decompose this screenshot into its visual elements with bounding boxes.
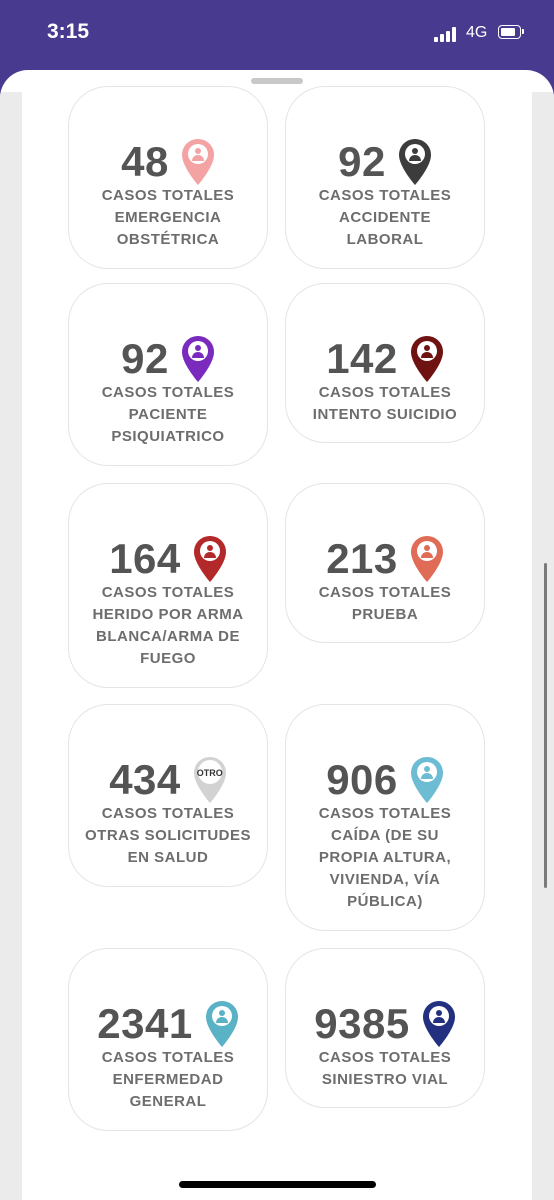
stat-title-line: FUEGO bbox=[140, 650, 196, 667]
stat-card[interactable]: 213 CASOS TOTALES PRUEBA bbox=[285, 483, 485, 643]
cards-panel: 48 CASOS TOTALES EMERGENCIA OBSTÉTRICA 92 CAS… bbox=[22, 86, 532, 1200]
stat-title: CASOS TOTALES HERIDO POR ARMA BLANCA/ARMA … bbox=[69, 582, 267, 670]
stat-number-row: 48 bbox=[69, 137, 267, 187]
stat-number-row: 92 bbox=[286, 137, 484, 187]
stat-title: CASOS TOTALES ACCIDENTE LABORAL bbox=[286, 185, 484, 251]
stat-title-line: INTENTO SUICIDIO bbox=[312, 406, 458, 423]
stat-title-line: CAÍDA (DE SU bbox=[331, 827, 439, 844]
fall-person-icon bbox=[410, 756, 444, 804]
stat-card[interactable]: 48 CASOS TOTALES EMERGENCIA OBSTÉTRICA bbox=[68, 86, 268, 269]
stat-number: 434 bbox=[109, 756, 181, 803]
worker-icon bbox=[398, 138, 432, 186]
stat-title: CASOS TOTALES PACIENTE PSIQUIATRICO bbox=[69, 382, 267, 448]
sheet-left-edge bbox=[0, 92, 22, 1200]
stat-title-line: LABORAL bbox=[346, 231, 424, 248]
stat-number-row: 92 bbox=[69, 334, 267, 384]
head-icon bbox=[181, 335, 215, 383]
stat-title-line: OTRAS SOLICITUDES bbox=[84, 827, 251, 844]
stat-title-line: CASOS TOTALES bbox=[101, 584, 235, 601]
stat-number: 142 bbox=[326, 335, 398, 382]
stat-title-line: CASOS TOTALES bbox=[318, 584, 452, 601]
stat-title: CASOS TOTALES ENFERMEDAD GENERAL bbox=[69, 1047, 267, 1113]
stat-number-row: 142 bbox=[286, 334, 484, 384]
stat-title: CASOS TOTALES OTRAS SOLICITUDES EN SALUD bbox=[69, 803, 267, 869]
stat-title: CASOS TOTALES INTENTO SUICIDIO bbox=[286, 382, 484, 426]
car-crash-icon bbox=[422, 1000, 456, 1048]
stat-title-line: SINIESTRO VIAL bbox=[321, 1071, 449, 1088]
sheet-grabber[interactable] bbox=[251, 78, 303, 84]
stat-title-line: CASOS TOTALES bbox=[101, 384, 235, 401]
stat-title-line: CASOS TOTALES bbox=[101, 805, 235, 822]
stat-title: CASOS TOTALES CAÍDA (DE SU PROPIA ALTURA, V… bbox=[286, 803, 484, 913]
stat-number: 9385 bbox=[314, 1000, 410, 1047]
stat-title-line: ENFERMEDAD bbox=[112, 1071, 224, 1088]
baby-icon bbox=[410, 535, 444, 583]
noose-icon bbox=[410, 335, 444, 383]
stat-card[interactable]: 434 OTRO CASOS TOTALES OTRAS SOLICITUDES EN … bbox=[68, 704, 268, 887]
stat-number-row: 213 bbox=[286, 534, 484, 584]
stat-title: CASOS TOTALES EMERGENCIA OBSTÉTRICA bbox=[69, 185, 267, 251]
stat-number-row: 2341 bbox=[69, 999, 267, 1049]
stat-title-line: CASOS TOTALES bbox=[101, 1049, 235, 1066]
stat-title-line: GENERAL bbox=[129, 1093, 207, 1110]
stat-title-line: CASOS TOTALES bbox=[318, 1049, 452, 1066]
stat-number-row: 164 bbox=[69, 534, 267, 584]
stat-title-line: VIVIENDA, VÍA bbox=[329, 871, 441, 888]
stat-number: 906 bbox=[326, 756, 398, 803]
stat-number: 164 bbox=[109, 535, 181, 582]
sheet-right-edge bbox=[532, 92, 554, 1200]
stat-title-line: CASOS TOTALES bbox=[318, 187, 452, 204]
stat-title-line: BLANCA/ARMA DE bbox=[96, 628, 240, 645]
otro-icon-label: OTRO bbox=[196, 768, 223, 778]
stat-card[interactable]: 906 CASOS TOTALES CAÍDA (DE SU PROPIA ALTUR… bbox=[285, 704, 485, 931]
stat-number-row: 9385 bbox=[286, 999, 484, 1049]
stat-number: 92 bbox=[121, 335, 169, 382]
stat-title-line: OBSTÉTRICA bbox=[116, 231, 220, 248]
stat-title: CASOS TOTALES SINIESTRO VIAL bbox=[286, 1047, 484, 1091]
stat-number: 48 bbox=[121, 138, 169, 185]
signal-icon bbox=[434, 27, 460, 42]
stat-title-line: CASOS TOTALES bbox=[318, 384, 452, 401]
stat-number-row: 906 bbox=[286, 755, 484, 805]
stat-title-line: HERIDO POR ARMA bbox=[92, 606, 244, 623]
stat-title: CASOS TOTALES PRUEBA bbox=[286, 582, 484, 626]
stat-title-line: ACCIDENTE bbox=[338, 209, 431, 226]
stat-title-line: PRUEBA bbox=[351, 606, 419, 623]
stat-title-line: PSIQUIATRICO bbox=[111, 428, 225, 445]
stat-card[interactable]: 2341 CASOS TOTALES ENFERMEDAD GENERAL bbox=[68, 948, 268, 1131]
scrollbar[interactable] bbox=[544, 563, 547, 888]
sick-person-icon bbox=[205, 1000, 239, 1048]
otro-icon: OTRO bbox=[193, 756, 227, 804]
stat-title-line: PÚBLICA) bbox=[347, 893, 423, 910]
stat-number: 213 bbox=[326, 535, 398, 582]
stat-card[interactable]: 92 CASOS TOTALES PACIENTE PSIQUIATRICO bbox=[68, 283, 268, 466]
pregnant-woman-icon bbox=[181, 138, 215, 186]
stat-card[interactable]: 92 CASOS TOTALES ACCIDENTE LABORAL bbox=[285, 86, 485, 269]
weapon-icon bbox=[193, 535, 227, 583]
bottom-sheet: 48 CASOS TOTALES EMERGENCIA OBSTÉTRICA 92 CAS… bbox=[0, 70, 554, 1200]
stat-number: 2341 bbox=[97, 1000, 193, 1047]
home-indicator[interactable] bbox=[179, 1181, 376, 1188]
network-type: 4G bbox=[466, 24, 488, 41]
stat-title-line: CASOS TOTALES bbox=[101, 187, 235, 204]
stat-title-line: PACIENTE bbox=[128, 406, 208, 423]
stat-title-line: PROPIA ALTURA, bbox=[318, 849, 452, 866]
battery-icon bbox=[498, 25, 524, 39]
stat-card[interactable]: 9385 CASOS TOTALES SINIESTRO VIAL bbox=[285, 948, 485, 1108]
stat-title-line: EN SALUD bbox=[127, 849, 209, 866]
status-bar: 3:15 4G bbox=[0, 0, 554, 70]
stat-card[interactable]: 142 CASOS TOTALES INTENTO SUICIDIO bbox=[285, 283, 485, 443]
stat-card[interactable]: 164 CASOS TOTALES HERIDO POR ARMA BLANCA/AR… bbox=[68, 483, 268, 688]
clock: 3:15 bbox=[47, 20, 90, 43]
stat-number-row: 434 OTRO bbox=[69, 755, 267, 805]
stat-title-line: EMERGENCIA bbox=[114, 209, 222, 226]
stat-title-line: CASOS TOTALES bbox=[318, 805, 452, 822]
stat-number: 92 bbox=[338, 138, 386, 185]
